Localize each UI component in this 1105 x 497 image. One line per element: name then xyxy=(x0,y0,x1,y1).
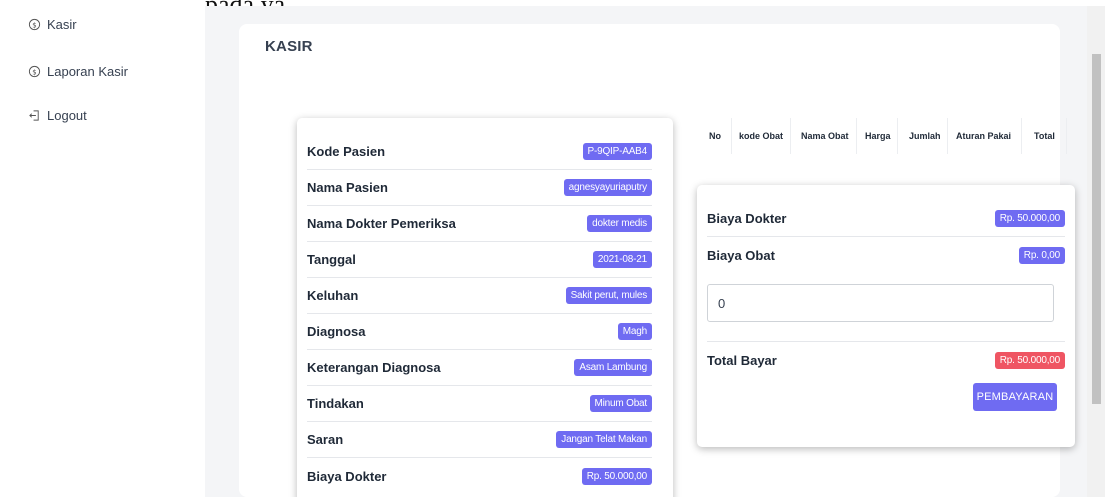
info-row: Tanggal 2021-08-21 xyxy=(307,242,652,278)
info-value-badge: Asam Lambung xyxy=(574,359,652,376)
info-label: Tindakan xyxy=(307,396,364,411)
info-value-badge: Minum Obat xyxy=(589,395,652,412)
medicine-table-header: No kode Obat Nama Obat Harga Jumlah Atur… xyxy=(697,116,1071,156)
info-value-badge: agnesyayuriaputry xyxy=(563,179,652,196)
info-row: Diagnosa Magh xyxy=(307,314,652,350)
info-label: Keterangan Diagnosa xyxy=(307,360,441,375)
column-header-kode-obat: kode Obat xyxy=(739,131,784,141)
column-header-total: Total xyxy=(1034,131,1055,141)
info-label: Saran xyxy=(307,432,344,447)
biaya-obat-label: Biaya Obat xyxy=(707,247,775,263)
column-header-jumlah: Jumlah xyxy=(909,131,941,141)
info-value-badge: Rp. 50.000,00 xyxy=(581,467,652,485)
patient-info-card: Kode Pasien P-9QIP-AAB4 Nama Pasien agne… xyxy=(297,118,673,497)
column-header-aturan-pakai: Aturan Pakai xyxy=(956,131,1012,141)
sidebar-item-kasir[interactable]: $ Kasir xyxy=(28,17,77,32)
payment-amount-input[interactable] xyxy=(707,284,1054,322)
kasir-card: KASIR Kode Pasien P-9QIP-AAB4 Nama Pasie… xyxy=(239,24,1075,497)
biaya-obat-row: Biaya Obat Rp. 0,00 xyxy=(707,237,1065,273)
info-label: Nama Pasien xyxy=(307,180,388,195)
info-label: Nama Dokter Pemeriksa xyxy=(307,216,456,231)
info-row: Tindakan Minum Obat xyxy=(307,386,652,422)
sidebar-item-label: Kasir xyxy=(47,17,77,32)
sidebar-item-laporan-kasir[interactable]: $ Laporan Kasir xyxy=(28,64,128,79)
main-content: KASIR Kode Pasien P-9QIP-AAB4 Nama Pasie… xyxy=(205,6,1087,497)
coin-icon: $ xyxy=(28,65,41,78)
biaya-obat-badge: Rp. 0,00 xyxy=(1018,246,1065,264)
info-value-badge: P-9QIP-AAB4 xyxy=(582,143,652,160)
sidebar-item-label: Logout xyxy=(47,108,87,123)
column-header-nama-obat: Nama Obat xyxy=(801,131,849,141)
info-label: Kode Pasien xyxy=(307,144,386,159)
info-value-badge: Jangan Telat Makan xyxy=(556,431,652,448)
info-row: Nama Pasien agnesyayuriaputry xyxy=(307,170,652,206)
biaya-dokter-row: Biaya Dokter Rp. 50.000,00 xyxy=(707,201,1065,237)
info-label: Tanggal xyxy=(307,252,356,267)
info-row: Biaya Dokter Rp. 50.000,00 xyxy=(307,458,652,494)
total-bayar-row: Total Bayar Rp. 50.000,00 xyxy=(707,342,1065,378)
info-row: Saran Jangan Telat Makan xyxy=(307,422,652,458)
info-row: Keterangan Diagnosa Asam Lambung xyxy=(307,350,652,386)
info-row: Keluhan Sakit perut, mules xyxy=(307,278,652,314)
sidebar-item-label: Laporan Kasir xyxy=(47,64,128,79)
info-row: Kode Pasien P-9QIP-AAB4 xyxy=(307,134,652,170)
payment-card: Biaya Dokter Rp. 50.000,00 Biaya Obat Rp… xyxy=(697,185,1075,447)
sidebar: $ Kasir $ Laporan Kasir Logout xyxy=(0,0,205,497)
info-row: Nama Dokter Pemeriksa dokter medis xyxy=(307,206,652,242)
coin-icon: $ xyxy=(28,18,41,31)
total-bayar-badge: Rp. 50.000,00 xyxy=(994,351,1065,369)
logout-icon xyxy=(29,110,39,121)
scrollbar-thumb[interactable] xyxy=(1092,54,1101,404)
column-header-harga: Harga xyxy=(865,131,891,141)
scrollbar[interactable] xyxy=(1087,6,1105,497)
biaya-dokter-label: Biaya Dokter xyxy=(707,211,787,226)
svg-text:$: $ xyxy=(32,21,36,29)
info-value-badge: Sakit perut, mules xyxy=(565,287,652,304)
column-header-no: No xyxy=(709,131,721,141)
svg-text:$: $ xyxy=(32,68,36,76)
pembayaran-button[interactable]: PEMBAYARAN xyxy=(973,383,1057,411)
info-value-badge: Magh xyxy=(617,323,652,340)
sidebar-item-logout[interactable]: Logout xyxy=(28,108,87,123)
biaya-dokter-badge: Rp. 50.000,00 xyxy=(994,210,1065,227)
info-label: Biaya Dokter xyxy=(307,468,387,484)
info-label: Diagnosa xyxy=(307,324,366,339)
total-bayar-label: Total Bayar xyxy=(707,352,777,368)
page-title: KASIR xyxy=(265,38,313,55)
info-value-badge: 2021-08-21 xyxy=(592,251,652,268)
info-label: Keluhan xyxy=(307,288,359,303)
info-value-badge: dokter medis xyxy=(587,215,652,232)
